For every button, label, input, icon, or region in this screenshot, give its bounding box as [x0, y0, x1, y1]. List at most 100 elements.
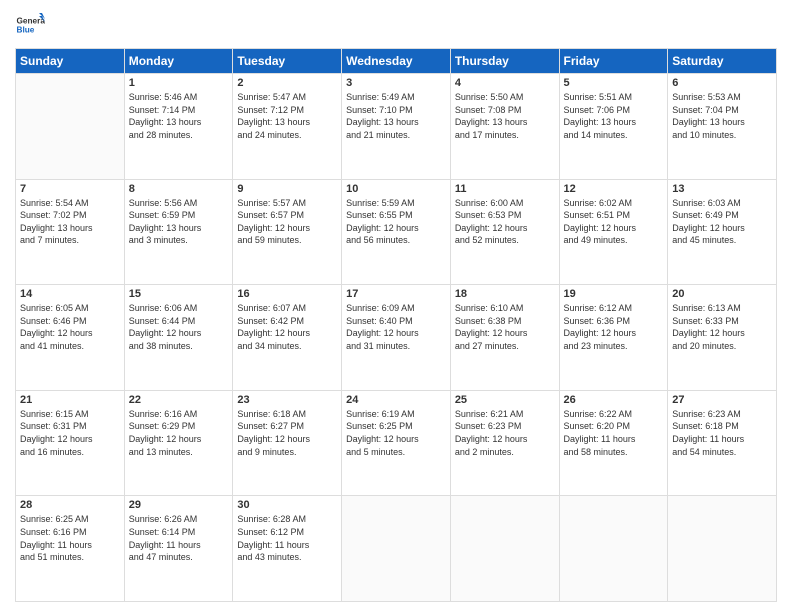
- calendar-cell: 24Sunrise: 6:19 AMSunset: 6:25 PMDayligh…: [342, 390, 451, 496]
- day-info: Sunrise: 6:28 AMSunset: 6:12 PMDaylight:…: [237, 513, 337, 563]
- day-number: 7: [20, 183, 120, 195]
- calendar-cell: 20 Sunrise: 6:13 AMSunset: 6:33 PMDayligh…: [668, 285, 777, 391]
- calendar-cell: 29 Sunrise: 6:26 AMSunset: 6:14 PMDayligh…: [124, 496, 233, 602]
- calendar-cell: 21 Sunrise: 6:15 AMSunset: 6:31 PMDayligh…: [16, 390, 125, 496]
- week-row: 14 Sunrise: 6:05 AMSunset: 6:46 PMDayligh…: [16, 285, 777, 391]
- calendar-cell: 9 Sunrise: 5:57 AMSunset: 6:57 PMDaylight…: [233, 179, 342, 285]
- day-info: Sunrise: 5:47 AMSunset: 7:12 PMDaylight:…: [237, 91, 337, 141]
- weekday-header: Thursday: [450, 49, 559, 74]
- weekday-header-row: SundayMondayTuesdayWednesdayThursdayFrid…: [16, 49, 777, 74]
- day-info: Sunrise: 6:13 AMSunset: 6:33 PMDaylight:…: [672, 302, 772, 352]
- page-header: General Blue: [15, 10, 777, 40]
- day-number: 21: [20, 394, 120, 406]
- day-info: Sunrise: 6:06 AMSunset: 6:44 PMDaylight:…: [129, 302, 229, 352]
- day-number: 20: [672, 288, 772, 300]
- calendar-cell: 12 Sunrise: 6:02 AMSunset: 6:51 PMDayligh…: [559, 179, 668, 285]
- calendar-cell: 15 Sunrise: 6:06 AMSunset: 6:44 PMDayligh…: [124, 285, 233, 391]
- day-number: 28: [20, 499, 120, 511]
- calendar-cell: 8 Sunrise: 5:56 AMSunset: 6:59 PMDaylight…: [124, 179, 233, 285]
- day-number: 1: [129, 77, 229, 89]
- calendar-cell: [668, 496, 777, 602]
- week-row: 21 Sunrise: 6:15 AMSunset: 6:31 PMDayligh…: [16, 390, 777, 496]
- day-number: 22: [129, 394, 229, 406]
- week-row: 1 Sunrise: 5:46 AMSunset: 7:14 PMDaylight…: [16, 74, 777, 180]
- calendar-cell: 14 Sunrise: 6:05 AMSunset: 6:46 PMDayligh…: [16, 285, 125, 391]
- weekday-header: Friday: [559, 49, 668, 74]
- calendar-cell: 11Sunrise: 6:00 AMSunset: 6:53 PMDayligh…: [450, 179, 559, 285]
- day-info: Sunrise: 6:16 AMSunset: 6:29 PMDaylight:…: [129, 408, 229, 458]
- calendar-cell: 6Sunrise: 5:53 AMSunset: 7:04 PMDaylight…: [668, 74, 777, 180]
- weekday-header: Tuesday: [233, 49, 342, 74]
- calendar-cell: 7 Sunrise: 5:54 AMSunset: 7:02 PMDaylight…: [16, 179, 125, 285]
- day-info: Sunrise: 6:10 AMSunset: 6:38 PMDaylight:…: [455, 302, 555, 352]
- day-number: 26: [564, 394, 664, 406]
- day-info: Sunrise: 5:49 AMSunset: 7:10 PMDaylight:…: [346, 91, 446, 141]
- day-info: Sunrise: 5:59 AMSunset: 6:55 PMDaylight:…: [346, 197, 446, 247]
- calendar-cell: 2 Sunrise: 5:47 AMSunset: 7:12 PMDaylight…: [233, 74, 342, 180]
- week-row: 7 Sunrise: 5:54 AMSunset: 7:02 PMDaylight…: [16, 179, 777, 285]
- day-info: Sunrise: 5:57 AMSunset: 6:57 PMDaylight:…: [237, 197, 337, 247]
- day-info: Sunrise: 6:21 AMSunset: 6:23 PMDaylight:…: [455, 408, 555, 458]
- day-info: Sunrise: 6:12 AMSunset: 6:36 PMDaylight:…: [564, 302, 664, 352]
- day-info: Sunrise: 5:53 AMSunset: 7:04 PMDaylight:…: [672, 91, 772, 141]
- day-info: Sunrise: 6:00 AMSunset: 6:53 PMDaylight:…: [455, 197, 555, 247]
- day-info: Sunrise: 6:26 AMSunset: 6:14 PMDaylight:…: [129, 513, 229, 563]
- day-info: Sunrise: 6:02 AMSunset: 6:51 PMDaylight:…: [564, 197, 664, 247]
- calendar-cell: 4Sunrise: 5:50 AMSunset: 7:08 PMDaylight…: [450, 74, 559, 180]
- day-number: 9: [237, 183, 337, 195]
- weekday-header: Saturday: [668, 49, 777, 74]
- day-info: Sunrise: 6:15 AMSunset: 6:31 PMDaylight:…: [20, 408, 120, 458]
- calendar-cell: 26 Sunrise: 6:22 AMSunset: 6:20 PMDayligh…: [559, 390, 668, 496]
- day-number: 14: [20, 288, 120, 300]
- day-info: Sunrise: 6:23 AMSunset: 6:18 PMDaylight:…: [672, 408, 772, 458]
- day-info: Sunrise: 5:50 AMSunset: 7:08 PMDaylight:…: [455, 91, 555, 141]
- calendar-cell: 13Sunrise: 6:03 AMSunset: 6:49 PMDayligh…: [668, 179, 777, 285]
- calendar-cell: 27 Sunrise: 6:23 AMSunset: 6:18 PMDayligh…: [668, 390, 777, 496]
- day-number: 19: [564, 288, 664, 300]
- calendar-cell: [16, 74, 125, 180]
- svg-text:General: General: [17, 17, 46, 26]
- day-info: Sunrise: 5:54 AMSunset: 7:02 PMDaylight:…: [20, 197, 120, 247]
- logo-icon: General Blue: [15, 10, 45, 40]
- day-info: Sunrise: 5:51 AMSunset: 7:06 PMDaylight:…: [564, 91, 664, 141]
- day-number: 25: [455, 394, 555, 406]
- day-number: 2: [237, 77, 337, 89]
- weekday-header: Monday: [124, 49, 233, 74]
- day-info: Sunrise: 5:56 AMSunset: 6:59 PMDaylight:…: [129, 197, 229, 247]
- day-number: 30: [237, 499, 337, 511]
- calendar-cell: [450, 496, 559, 602]
- day-number: 17: [346, 288, 446, 300]
- day-number: 27: [672, 394, 772, 406]
- day-number: 29: [129, 499, 229, 511]
- day-info: Sunrise: 6:18 AMSunset: 6:27 PMDaylight:…: [237, 408, 337, 458]
- day-number: 5: [564, 77, 664, 89]
- day-info: Sunrise: 6:09 AMSunset: 6:40 PMDaylight:…: [346, 302, 446, 352]
- calendar-cell: 25 Sunrise: 6:21 AMSunset: 6:23 PMDayligh…: [450, 390, 559, 496]
- day-info: Sunrise: 5:46 AMSunset: 7:14 PMDaylight:…: [129, 91, 229, 141]
- day-number: 3: [346, 77, 446, 89]
- logo: General Blue: [15, 10, 45, 40]
- calendar-cell: 1 Sunrise: 5:46 AMSunset: 7:14 PMDaylight…: [124, 74, 233, 180]
- day-number: 12: [564, 183, 664, 195]
- calendar-cell: 3 Sunrise: 5:49 AMSunset: 7:10 PMDaylight…: [342, 74, 451, 180]
- day-number: 23: [237, 394, 337, 406]
- day-number: 18: [455, 288, 555, 300]
- calendar-cell: 17 Sunrise: 6:09 AMSunset: 6:40 PMDayligh…: [342, 285, 451, 391]
- day-number: 24: [346, 394, 446, 406]
- calendar-cell: [559, 496, 668, 602]
- day-number: 8: [129, 183, 229, 195]
- calendar-cell: [342, 496, 451, 602]
- calendar-cell: 19 Sunrise: 6:12 AMSunset: 6:36 PMDayligh…: [559, 285, 668, 391]
- day-info: Sunrise: 6:05 AMSunset: 6:46 PMDaylight:…: [20, 302, 120, 352]
- calendar-cell: 10 Sunrise: 5:59 AMSunset: 6:55 PMDayligh…: [342, 179, 451, 285]
- day-number: 13: [672, 183, 772, 195]
- calendar-cell: 22 Sunrise: 6:16 AMSunset: 6:29 PMDayligh…: [124, 390, 233, 496]
- day-info: Sunrise: 6:07 AMSunset: 6:42 PMDaylight:…: [237, 302, 337, 352]
- day-number: 10: [346, 183, 446, 195]
- calendar-cell: 5 Sunrise: 5:51 AMSunset: 7:06 PMDaylight…: [559, 74, 668, 180]
- weekday-header: Sunday: [16, 49, 125, 74]
- day-info: Sunrise: 6:22 AMSunset: 6:20 PMDaylight:…: [564, 408, 664, 458]
- calendar-cell: 28Sunrise: 6:25 AMSunset: 6:16 PMDayligh…: [16, 496, 125, 602]
- day-number: 15: [129, 288, 229, 300]
- calendar-cell: 18 Sunrise: 6:10 AMSunset: 6:38 PMDayligh…: [450, 285, 559, 391]
